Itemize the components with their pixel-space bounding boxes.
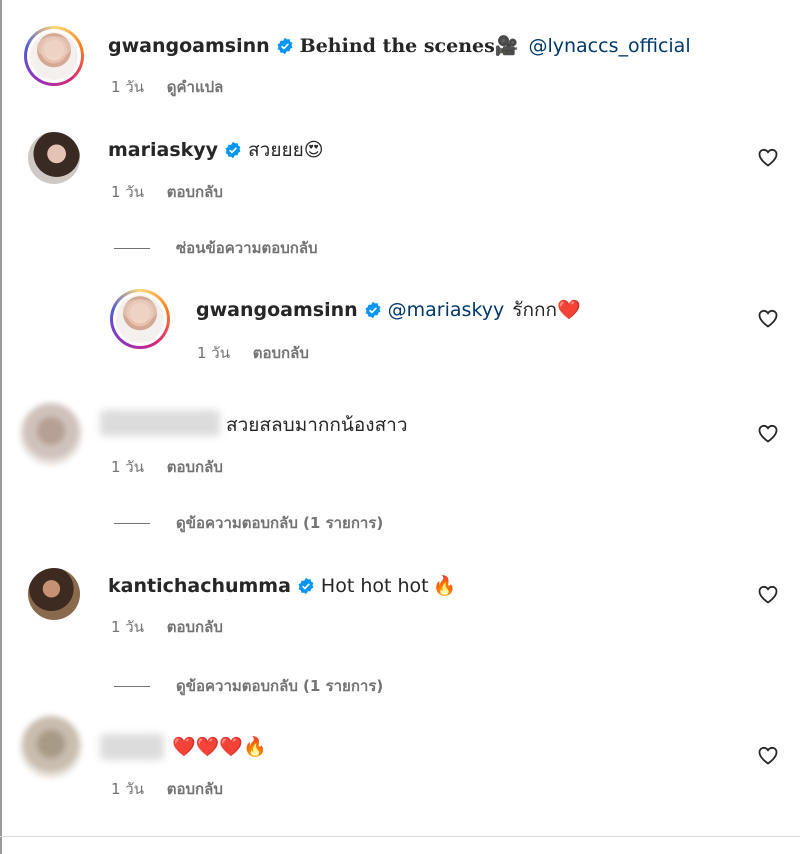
reply-button[interactable]: ตอบกลับ: [253, 344, 309, 362]
heart-outline-icon[interactable]: [756, 743, 780, 767]
verified-badge-icon: [298, 577, 314, 595]
heart-eyes-emoji: 😍: [303, 139, 324, 161]
comment-time: 1 วัน: [111, 618, 144, 636]
comment-time: 1 วัน: [197, 344, 230, 362]
movie-camera-emoji: 🎥: [494, 35, 519, 57]
avatar-blurred[interactable]: [20, 403, 82, 465]
avatar: [30, 32, 78, 80]
comment-text: รักกก: [512, 299, 557, 321]
divider: [114, 522, 150, 524]
username-blurred[interactable]: [100, 734, 164, 760]
username[interactable]: mariaskyy: [108, 137, 218, 163]
reply-button[interactable]: ตอบกลับ: [167, 458, 223, 476]
comment-text: Hot hot hot: [320, 575, 429, 597]
divider: [0, 836, 800, 837]
see-translation-button[interactable]: ดูคำแปล: [167, 78, 224, 96]
heart-outline-icon[interactable]: [756, 421, 780, 445]
heart-outline-icon[interactable]: [756, 306, 780, 330]
reply-button[interactable]: ตอบกลับ: [167, 183, 223, 201]
comment-text: สวยสลบมากกน้องสาว: [226, 414, 408, 436]
comment-text: สวยยย: [248, 139, 304, 161]
view-replies-button[interactable]: ดูข้อความตอบกลับ (1 รายการ): [114, 674, 383, 698]
avatar-story-ring[interactable]: [110, 289, 170, 349]
avatar[interactable]: [28, 132, 80, 184]
comment-time: 1 วัน: [111, 183, 144, 201]
divider: [114, 247, 150, 249]
window-edge: [0, 0, 2, 854]
mention-link[interactable]: @mariaskyy: [388, 297, 505, 323]
username[interactable]: kantichachumma: [108, 573, 291, 599]
verified-badge-icon: [365, 301, 381, 319]
reply-button[interactable]: ตอบกลับ: [167, 618, 223, 636]
hearts-fire-emoji: ❤️❤️❤️🔥: [172, 736, 267, 758]
fire-emoji: 🔥: [432, 575, 457, 597]
avatar-blurred[interactable]: [20, 716, 82, 778]
username[interactable]: gwangoamsinn: [196, 297, 358, 323]
hide-replies-button[interactable]: ซ่อนข้อความตอบกลับ: [114, 236, 318, 260]
verified-badge-icon: [225, 141, 241, 159]
mention-link[interactable]: @lynaccs_official: [528, 33, 690, 59]
comment-time: 1 วัน: [111, 780, 144, 798]
heart-outline-icon[interactable]: [756, 145, 780, 169]
username-blurred[interactable]: [100, 410, 220, 436]
hide-replies-label: ซ่อนข้อความตอบกลับ: [176, 239, 318, 257]
heart-outline-icon[interactable]: [756, 582, 780, 606]
verified-badge-icon: [277, 37, 293, 55]
username[interactable]: gwangoamsinn: [108, 33, 270, 59]
view-replies-button[interactable]: ดูข้อความตอบกลับ (1 รายการ): [114, 511, 383, 535]
avatar[interactable]: [28, 568, 80, 620]
comment-time: 1 วัน: [111, 78, 144, 96]
divider: [114, 685, 150, 687]
reply-button[interactable]: ตอบกลับ: [167, 780, 223, 798]
caption-bold-text: Behind the scenes: [299, 35, 495, 57]
avatar-story-ring[interactable]: [24, 26, 84, 86]
comment-time: 1 วัน: [111, 458, 144, 476]
view-replies-label: ดูข้อความตอบกลับ (1 รายการ): [176, 677, 384, 695]
avatar: [116, 295, 164, 343]
red-heart-emoji: ❤️: [556, 299, 581, 321]
view-replies-label: ดูข้อความตอบกลับ (1 รายการ): [176, 514, 384, 532]
